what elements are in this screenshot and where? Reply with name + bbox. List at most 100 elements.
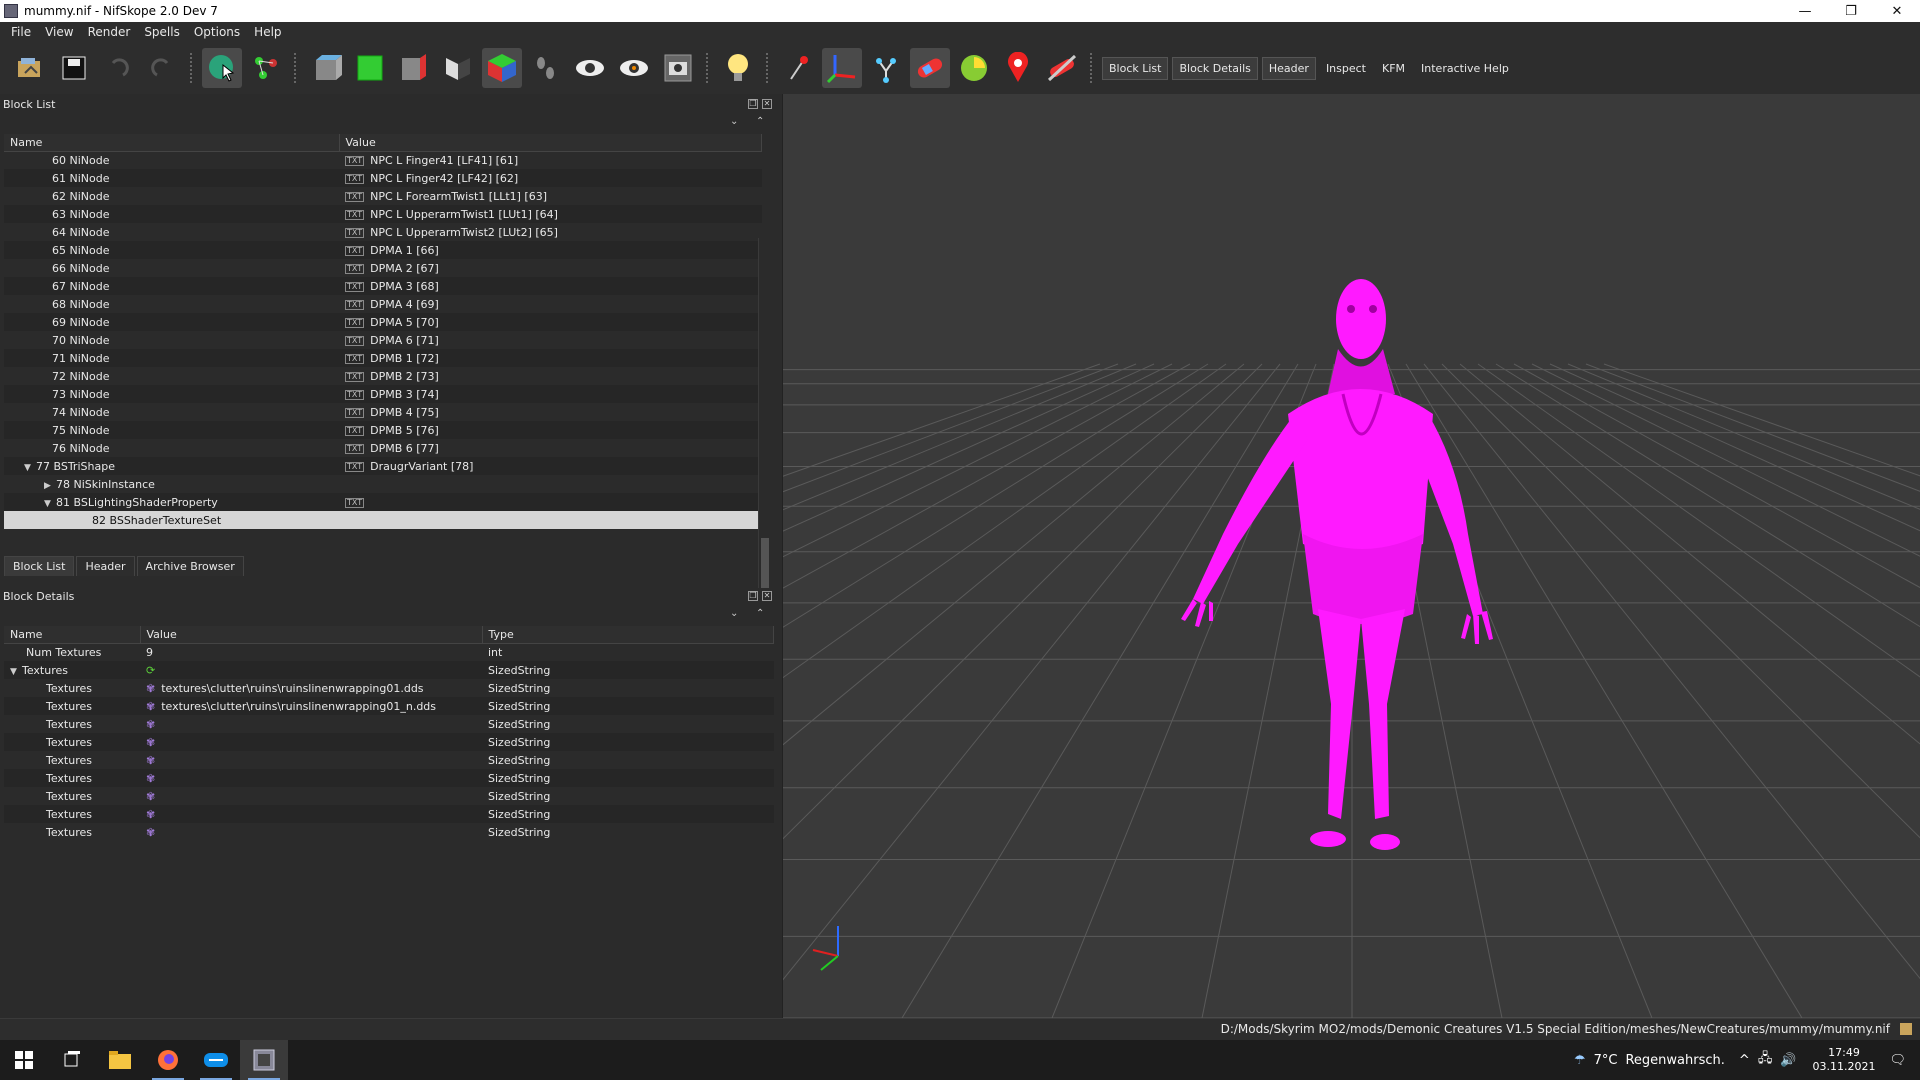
texture-gear-icon[interactable]: ✾ xyxy=(146,772,155,785)
texture-row[interactable]: Textures ✾ SizedString xyxy=(4,715,774,733)
redo-icon[interactable] xyxy=(142,48,182,88)
block-value[interactable]: DPMB 6 [77] xyxy=(370,442,439,455)
block-value[interactable]: NPC L UpperarmTwist2 [LUt2] [65] xyxy=(370,226,558,239)
teamviewer-icon[interactable] xyxy=(192,1040,240,1080)
float-panel-icon[interactable]: ❐ xyxy=(748,591,758,601)
detail-row[interactable]: Num Textures 9 int xyxy=(4,643,774,661)
texture-row[interactable]: Textures ✾ SizedString xyxy=(4,787,774,805)
block-value[interactable]: DPMA 6 [71] xyxy=(370,334,439,347)
block-row[interactable]: 69 NiNode TXT DPMA 5 [70] xyxy=(4,313,762,331)
texture-row[interactable]: Textures ✾ SizedString xyxy=(4,823,774,841)
block-row[interactable]: 60 NiNode TXT NPC L Finger41 [LF41] [61] xyxy=(4,151,762,169)
block-value[interactable]: DPMA 2 [67] xyxy=(370,262,439,275)
block-row[interactable]: ▼ 77 BSTriShape TXT DraugrVariant [78] xyxy=(4,457,762,475)
block-row[interactable]: ▼ 81 BSLightingShaderProperty TXT xyxy=(4,493,762,511)
block-row[interactable]: 68 NiNode TXT DPMA 4 [69] xyxy=(4,295,762,313)
notifications-icon[interactable]: 🗨 xyxy=(1889,1053,1906,1068)
select-object-icon[interactable] xyxy=(202,48,242,88)
network-icon[interactable]: 🖧 xyxy=(1758,1049,1773,1071)
texture-gear-icon[interactable]: ✾ xyxy=(146,718,155,731)
block-value[interactable]: DPMB 3 [74] xyxy=(370,388,439,401)
block-value[interactable]: NPC L UpperarmTwist1 [LUt1] [64] xyxy=(370,208,558,221)
menu-spells[interactable]: Spells xyxy=(137,25,187,39)
texture-gear-icon[interactable]: ✾ xyxy=(146,682,155,695)
column-header-name[interactable]: Name xyxy=(4,626,141,644)
column-header-name[interactable]: Name xyxy=(4,134,340,152)
texture-gear-icon[interactable]: ✾ xyxy=(146,754,155,767)
toolbar-header-button[interactable]: Header xyxy=(1261,56,1316,80)
task-view-icon[interactable] xyxy=(48,1040,96,1080)
minimize-button[interactable]: — xyxy=(1782,0,1828,22)
toolbar-kfm-button[interactable]: KFM xyxy=(1376,58,1411,79)
block-value[interactable]: NPC L Finger41 [LF41] [61] xyxy=(370,154,518,167)
texture-row[interactable]: Textures ✾ textures\clutter\ruins\ruinslin… xyxy=(4,679,774,697)
select-vertex-icon[interactable] xyxy=(246,48,286,88)
detail-row[interactable]: ▼ Textures ⟳ SizedString xyxy=(4,661,774,679)
tab-archive-browser[interactable]: Archive Browser xyxy=(136,556,244,576)
toolbar-block-list-button[interactable]: Block List xyxy=(1102,56,1169,80)
skeleton-icon[interactable] xyxy=(866,48,906,88)
block-row[interactable]: 70 NiNode TXT DPMA 6 [71] xyxy=(4,331,762,349)
draw-constraints-icon[interactable] xyxy=(910,48,950,88)
block-row[interactable]: 72 NiNode TXT DPMB 2 [73] xyxy=(4,367,762,385)
texture-row[interactable]: Textures ✾ SizedString xyxy=(4,751,774,769)
block-value[interactable]: DPMA 4 [69] xyxy=(370,298,439,311)
save-icon[interactable] xyxy=(54,48,94,88)
block-value[interactable]: DPMB 4 [75] xyxy=(370,406,439,419)
windows-start-icon[interactable] xyxy=(0,1040,48,1080)
texture-row[interactable]: Textures ✾ SizedString xyxy=(4,733,774,751)
hide-markers-icon[interactable] xyxy=(1042,48,1082,88)
block-row[interactable]: 76 NiNode TXT DPMB 6 [77] xyxy=(4,439,762,457)
close-button[interactable]: ✕ xyxy=(1874,0,1920,22)
load-icon[interactable] xyxy=(10,48,50,88)
block-row[interactable]: 73 NiNode TXT DPMB 3 [74] xyxy=(4,385,762,403)
block-row[interactable]: ▶ 78 NiSkinInstance xyxy=(4,475,762,493)
expand-arrow-icon[interactable]: ▶ xyxy=(44,481,56,491)
expand-all-icon[interactable]: ⌄ xyxy=(730,608,738,619)
menu-view[interactable]: View xyxy=(38,25,80,39)
texture-row[interactable]: Textures ✾ textures\clutter\ruins\ruinslin… xyxy=(4,697,774,715)
texture-gear-icon[interactable]: ✾ xyxy=(146,700,155,713)
block-row[interactable]: 62 NiNode TXT NPC L ForearmTwist1 [LLt1] [… xyxy=(4,187,762,205)
block-value[interactable]: DraugrVariant [78] xyxy=(370,460,473,473)
block-value[interactable]: DPMA 5 [70] xyxy=(370,316,439,329)
block-row[interactable]: 65 NiNode TXT DPMA 1 [66] xyxy=(4,241,762,259)
block-row[interactable]: 67 NiNode TXT DPMA 3 [68] xyxy=(4,277,762,295)
walk-mode-icon[interactable] xyxy=(526,48,566,88)
block-value[interactable]: DPMB 2 [73] xyxy=(370,370,439,383)
menu-help[interactable]: Help xyxy=(247,25,288,39)
menu-options[interactable]: Options xyxy=(187,25,247,39)
toolbar-block-details-button[interactable]: Block Details xyxy=(1172,56,1258,80)
show-nodes-icon[interactable] xyxy=(614,48,654,88)
lighting-icon[interactable] xyxy=(718,48,758,88)
texture-gear-icon[interactable]: ✾ xyxy=(146,736,155,749)
block-row[interactable]: 61 NiNode TXT NPC L Finger42 [LF42] [62] xyxy=(4,169,762,187)
block-row[interactable]: 74 NiNode TXT DPMB 4 [75] xyxy=(4,403,762,421)
expand-arrow-icon[interactable]: ▼ xyxy=(24,463,36,473)
array-update-icon[interactable]: ⟳ xyxy=(146,664,155,677)
weather-text[interactable]: Regenwahrsch. xyxy=(1625,1053,1724,1068)
block-value[interactable]: NPC L ForearmTwist1 [LLt1] [63] xyxy=(370,190,547,203)
texture-path[interactable]: textures\clutter\ruins\ruinslinenwrappin… xyxy=(161,682,423,695)
view-cube-icon[interactable] xyxy=(482,48,522,88)
view-perspective-icon[interactable] xyxy=(306,48,346,88)
menu-file[interactable]: File xyxy=(4,25,38,39)
view-front-icon[interactable] xyxy=(350,48,390,88)
texture-gear-icon[interactable]: ✾ xyxy=(146,826,155,839)
nifskope-icon[interactable] xyxy=(240,1040,288,1080)
texture-gear-icon[interactable]: ✾ xyxy=(146,790,155,803)
toolbar-interactive-help-button[interactable]: Interactive Help xyxy=(1415,58,1515,79)
block-row[interactable]: 63 NiNode TXT NPC L UpperarmTwist1 [LUt1] … xyxy=(4,205,762,223)
menu-render[interactable]: Render xyxy=(81,25,138,39)
float-panel-icon[interactable]: ❐ xyxy=(748,99,758,109)
column-header-type[interactable]: Type xyxy=(482,626,774,644)
furniture-icon[interactable] xyxy=(954,48,994,88)
undo-icon[interactable] xyxy=(98,48,138,88)
texture-path[interactable]: textures\clutter\ruins\ruinslinenwrappin… xyxy=(161,700,436,713)
block-value[interactable]: DPMB 5 [76] xyxy=(370,424,439,437)
block-value[interactable]: DPMA 3 [68] xyxy=(370,280,439,293)
column-header-value[interactable]: Value xyxy=(339,134,762,152)
block-value[interactable]: DPMA 1 [66] xyxy=(370,244,439,257)
close-panel-icon[interactable]: ✕ xyxy=(762,591,772,601)
expand-all-icon[interactable]: ⌄ xyxy=(730,116,738,127)
